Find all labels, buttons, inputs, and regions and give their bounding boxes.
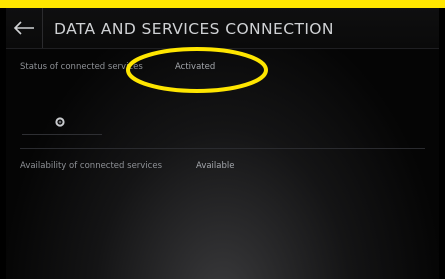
divider bbox=[20, 148, 425, 149]
status-row[interactable]: Status of connected services Activated bbox=[20, 59, 425, 79]
header-bar: DATA AND SERVICES CONNECTION bbox=[6, 8, 439, 49]
availability-label: Availability of connected services bbox=[20, 161, 163, 171]
status-label: Status of connected services bbox=[20, 62, 143, 72]
back-arrow-icon[interactable] bbox=[13, 21, 35, 35]
top-yellow-strip bbox=[0, 0, 445, 8]
availability-value: Available bbox=[196, 161, 235, 171]
infotainment-screen: DATA AND SERVICES CONNECTION Status of c… bbox=[6, 8, 439, 279]
divider bbox=[22, 134, 102, 135]
ring-icon bbox=[55, 117, 65, 127]
back-button[interactable] bbox=[6, 8, 43, 48]
status-value: Activated bbox=[175, 62, 216, 72]
availability-row[interactable]: Availability of connected services Avail… bbox=[20, 158, 425, 178]
page-title: DATA AND SERVICES CONNECTION bbox=[54, 20, 334, 38]
